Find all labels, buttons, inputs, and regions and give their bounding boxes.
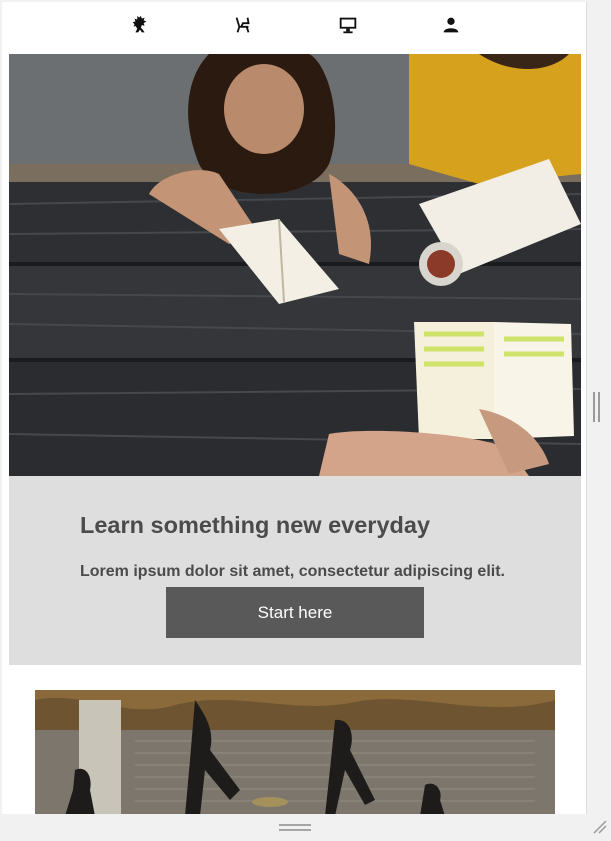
top-navigation [2, 2, 586, 52]
page-viewport: Learn something new everyday Lorem ipsum… [2, 2, 587, 814]
user-icon[interactable] [440, 14, 462, 36]
hero-title: Learn something new everyday [80, 512, 431, 538]
people-shadows-on-pavement-photo [35, 690, 555, 814]
hero-subtitle: Lorem ipsum dolor sit amet, consectetur … [80, 563, 505, 580]
resize-grip[interactable] [279, 824, 311, 832]
students-reading-at-table-photo [9, 54, 581, 476]
bottom-bar [0, 814, 611, 841]
hero-panel: Learn something new everyday Lorem ipsum… [9, 476, 581, 665]
lion-icon[interactable] [129, 14, 151, 36]
monitor-icon[interactable] [337, 14, 359, 36]
resize-handle-icon[interactable] [591, 818, 607, 834]
scrollbar-grip[interactable] [593, 392, 601, 422]
start-here-button[interactable]: Start here [166, 587, 424, 638]
chair-icon[interactable] [232, 14, 254, 36]
